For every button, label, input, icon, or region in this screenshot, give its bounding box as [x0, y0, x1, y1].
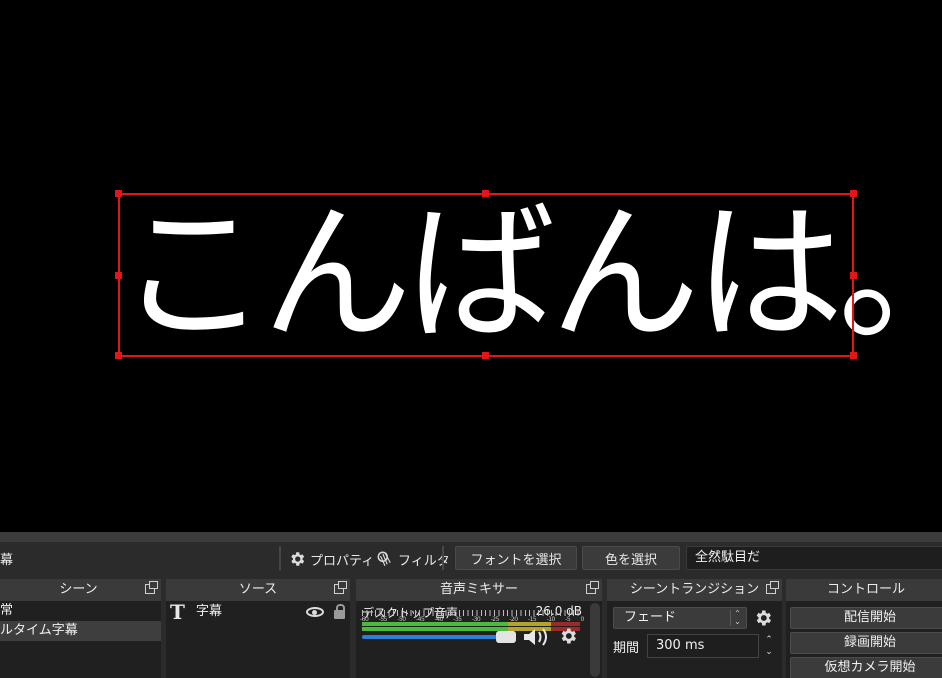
meter-tick-label: -10: [546, 616, 556, 623]
undock-icon[interactable]: [766, 581, 779, 594]
meter-tick-label: -5: [565, 616, 571, 623]
source-list: T 字幕: [166, 601, 350, 678]
start-virtual-camera-button[interactable]: 仮想カメラ開始: [790, 657, 942, 678]
sources-panel: ソース T 字幕: [166, 579, 350, 678]
text-input[interactable]: 全然駄目だ: [686, 546, 942, 570]
selected-source-name: 幕: [0, 553, 14, 568]
speaker-icon[interactable]: [522, 627, 550, 647]
resize-handle-top-center[interactable]: [482, 190, 489, 197]
meter-tick-label: -15: [527, 616, 537, 623]
meter-tick-label: -45: [415, 616, 425, 623]
toolbar-divider: [279, 546, 281, 570]
undock-icon[interactable]: [145, 581, 158, 594]
gear-icon: [291, 552, 305, 566]
filters-button[interactable]: フィルタ: [376, 548, 450, 570]
undock-icon[interactable]: [586, 581, 599, 594]
resize-handle-bottom-left[interactable]: [115, 352, 122, 359]
resize-handle-middle-right[interactable]: [850, 272, 857, 279]
dock-separator: [0, 532, 942, 542]
mixer-title: 音声ミキサー: [356, 579, 602, 601]
source-item[interactable]: T 字幕: [166, 601, 350, 623]
spin-down-icon[interactable]: ⌄: [761, 646, 777, 658]
properties-button[interactable]: プロパティ: [288, 548, 374, 570]
scene-transitions-panel: シーントランジション フェード ⌃ ⌄ 期間 300 ms ⌃ ⌄: [607, 579, 782, 678]
mixer-body: デスクトップ音声 26.0 dB -60-55-50-45-40-35-30-2…: [356, 601, 602, 678]
controls-body: 配信開始 録画開始 仮想カメラ開始: [786, 601, 942, 678]
select-color-button[interactable]: 色を選択: [582, 546, 680, 570]
toolbar-divider: [442, 546, 444, 570]
meter-tick-label: -50: [397, 616, 406, 623]
transition-select[interactable]: フェード ⌃ ⌄: [613, 607, 747, 629]
mixer-scrollbar[interactable]: [590, 603, 600, 677]
meter-tick-label: -40: [434, 616, 444, 623]
properties-label: プロパティ: [310, 553, 375, 569]
lock-icon[interactable]: [334, 604, 345, 619]
meter-tick-label: -30: [471, 616, 481, 623]
preview-canvas[interactable]: こんばんは。: [0, 0, 942, 532]
text-icon: T: [170, 600, 185, 624]
controls-title: コントロール: [786, 579, 942, 601]
meter-tick-label: -25: [490, 616, 500, 623]
scene-item-selected[interactable]: ルタイム字幕: [0, 621, 161, 641]
undock-icon[interactable]: [334, 581, 347, 594]
meter-tick-label: 0: [580, 616, 585, 623]
transitions-body: フェード ⌃ ⌄ 期間 300 ms ⌃ ⌄: [607, 601, 782, 678]
audio-mixer-panel: 音声ミキサー デスクトップ音声 26.0 dB -60-55-50-45-40-…: [356, 579, 602, 678]
resize-handle-top-right[interactable]: [850, 190, 857, 197]
spin-up-icon[interactable]: ⌃: [761, 634, 777, 646]
scene-label: 常: [0, 603, 14, 618]
resize-handle-bottom-right[interactable]: [850, 352, 857, 359]
resize-handle-bottom-center[interactable]: [482, 352, 489, 359]
duration-label: 期間: [613, 641, 640, 656]
source-toolbar: 幕 プロパティ フィルタ フォントを選択 色を選択 全然駄目だ: [0, 542, 942, 574]
mixer-settings-gear-icon[interactable]: [558, 626, 578, 646]
bottom-dock: 幕 プロパティ フィルタ フォントを選択 色を選択 全然駄目だ シーン 常 ルタ…: [0, 532, 942, 678]
combo-arrows-icon: ⌃ ⌄: [730, 610, 744, 626]
volume-slider-track[interactable]: [362, 635, 512, 639]
selection-bounding-box[interactable]: [118, 193, 854, 357]
select-font-button[interactable]: フォントを選択: [455, 546, 577, 570]
meter-tick-label: -20: [509, 616, 518, 623]
meter-tick-label: -60: [360, 616, 369, 623]
resize-handle-middle-left[interactable]: [115, 272, 122, 279]
transition-selected-label: フェード: [624, 610, 677, 625]
resize-handle-top-left[interactable]: [115, 190, 122, 197]
meter-tick-label: -35: [453, 616, 462, 623]
scene-item[interactable]: 常: [0, 601, 161, 621]
scenes-panel: シーン 常 ルタイム字幕: [0, 579, 161, 678]
meter-tick-labels: -60 -55 -50 -45 -40 -35 -30 -25 -20 -15 -10 -5 0: [360, 616, 584, 623]
start-recording-button[interactable]: 録画開始: [790, 632, 942, 654]
scene-list: 常 ルタイム字幕: [0, 601, 161, 678]
scene-label: ルタイム字幕: [0, 623, 78, 638]
start-streaming-button[interactable]: 配信開始: [790, 607, 942, 629]
duration-input[interactable]: 300 ms: [647, 634, 759, 658]
transition-settings-gear-icon[interactable]: [753, 608, 773, 628]
sources-title: ソース: [166, 579, 350, 601]
source-label: 字幕: [196, 604, 223, 619]
transitions-title: シーントランジション: [607, 579, 782, 601]
filter-icon: [377, 551, 391, 566]
meter-tick-label: -55: [378, 616, 388, 623]
scenes-title: シーン: [0, 579, 161, 601]
visibility-eye-icon[interactable]: [306, 607, 324, 617]
volume-slider-knob[interactable]: [496, 631, 516, 643]
controls-panel: コントロール 配信開始 録画開始 仮想カメラ開始: [786, 579, 942, 678]
